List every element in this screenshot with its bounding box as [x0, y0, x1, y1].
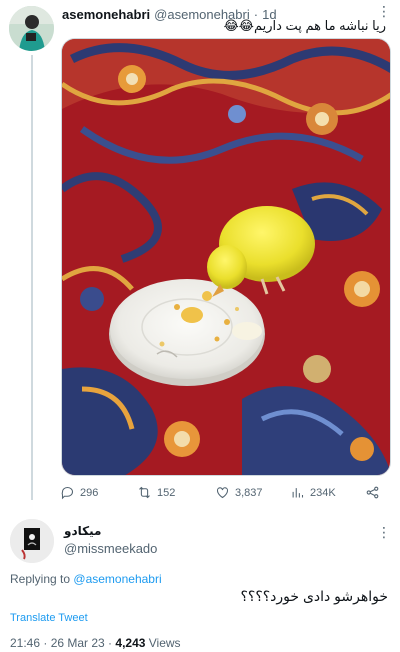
like-icon [216, 487, 229, 499]
retweet-count: 152 [157, 486, 176, 499]
share-icon [366, 486, 379, 499]
like-button[interactable]: 3,837 [215, 485, 263, 500]
tweet-action-bar: 296 152 3,837 234K [60, 485, 390, 503]
reply-author-avatar[interactable] [10, 519, 54, 563]
author-name[interactable]: asemonehabri [62, 7, 150, 22]
share-button[interactable] [365, 485, 380, 500]
views-button[interactable]: 234K [290, 485, 336, 500]
tweet-meta: 21:46 · 26 Mar 23 · 4,243 Views [10, 636, 181, 650]
views-icon [292, 488, 304, 498]
avatar-photo [9, 6, 54, 51]
reply-count: 296 [80, 486, 99, 499]
replying-to-line: Replying to @asemonehabri [10, 572, 162, 586]
author-avatar[interactable] [9, 6, 54, 51]
reply-icon [61, 487, 73, 500]
reply-author-handle[interactable]: @missmeekado [64, 541, 157, 556]
retweet-button[interactable]: 152 [137, 485, 175, 500]
views-total: 4,243 [115, 636, 146, 650]
replying-to-link[interactable]: @asemonehabri [73, 572, 161, 586]
like-count: 3,837 [235, 486, 263, 499]
tweet-timestamp[interactable]: 21:46 · 26 Mar 23 · [10, 636, 115, 650]
retweet-icon [139, 486, 150, 499]
reply-button[interactable]: 296 [60, 485, 98, 500]
reply-more-icon[interactable]: ⋮ [377, 524, 391, 541]
reply-author-name[interactable]: میکادو [64, 524, 101, 538]
replying-prefix: Replying to [10, 572, 71, 586]
translate-tweet-link[interactable]: Translate Tweet [10, 612, 88, 624]
tweet-media-image[interactable] [61, 38, 391, 476]
views-count: 234K [310, 486, 336, 499]
reply-avatar-photo [10, 519, 54, 563]
reply-text: خواهرشو دادی خورد؟؟؟؟ [240, 588, 388, 604]
tweet-text: ریا نباشه ما هم پت داریم😂😂 [223, 18, 386, 33]
chick-on-rug-photo [62, 39, 390, 475]
views-label: Views [145, 636, 181, 650]
thread-connector-line [31, 55, 33, 500]
